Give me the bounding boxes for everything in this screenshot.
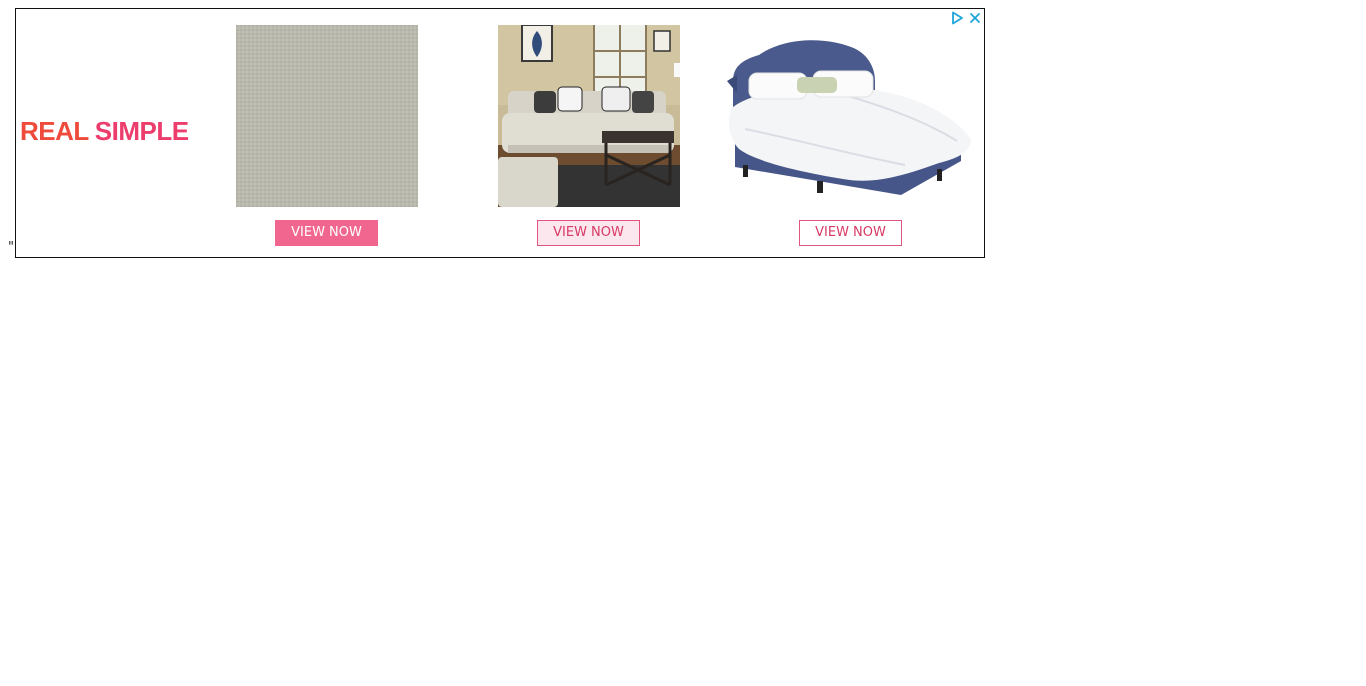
close-x-icon[interactable] [968, 11, 982, 25]
logo-word-simple: SIMPLE [94, 116, 189, 146]
product-card-bed[interactable] [725, 25, 979, 207]
real-simple-logo[interactable]: REAL SIMPLE [20, 118, 189, 144]
logo-word-real: REAL [20, 116, 89, 146]
view-now-button-fabric[interactable]: VIEW NOW [275, 220, 378, 246]
ad-banner[interactable]: REAL SIMPLE VIEW NOW VIEW NOW VIEW NOW [15, 8, 985, 258]
stray-quote-text: " [8, 240, 14, 255]
product-card-sofa[interactable] [498, 25, 680, 207]
bed-image[interactable] [725, 25, 979, 207]
sofa-room-image[interactable] [498, 25, 680, 207]
ad-controls [950, 11, 982, 25]
product-card-fabric[interactable] [236, 25, 418, 207]
fabric-swatch-image[interactable] [236, 25, 418, 207]
view-now-button-bed[interactable]: VIEW NOW [799, 220, 902, 246]
adchoices-play-icon[interactable] [950, 11, 964, 25]
view-now-button-sofa[interactable]: VIEW NOW [537, 220, 640, 246]
